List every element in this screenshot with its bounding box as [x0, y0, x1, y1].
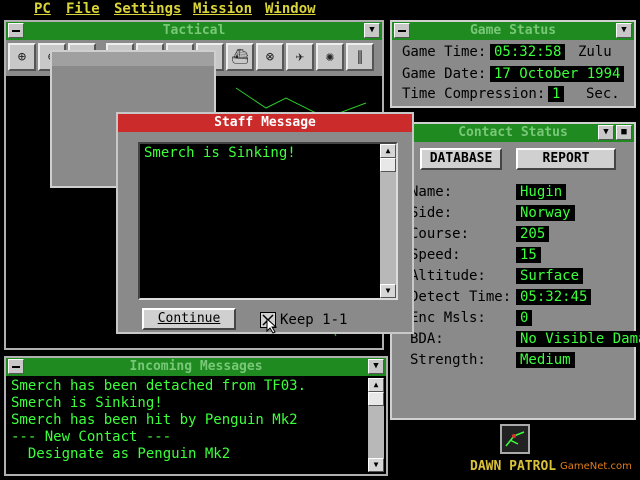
time-compression-label: Time Compression: — [402, 86, 546, 102]
contact-side-label: Side: — [410, 205, 453, 221]
aircraft-icon[interactable]: ✈ — [286, 43, 314, 71]
scroll-up-icon[interactable]: ▲ — [368, 378, 384, 392]
scroll-thumb[interactable] — [368, 392, 384, 406]
contact-speed-value: 15 — [516, 247, 541, 263]
game-date-value: 17 October 1994 — [490, 66, 625, 82]
time-compression-value[interactable]: 1 — [548, 86, 565, 102]
contact-side-value: Norway — [516, 205, 575, 221]
contact-detect-time-label: Detect Time: — [410, 289, 512, 305]
dawn-patrol-logo-icon — [500, 424, 530, 454]
message-line: Smerch has been detached from TF03. — [11, 378, 307, 394]
keep-label: Keep 1-1 — [280, 312, 348, 328]
menu-mission[interactable]: Mission — [193, 1, 252, 17]
dawn-patrol-logo-text: DAWN PATROL — [470, 459, 557, 474]
incoming-minimize-icon[interactable]: ▼ — [368, 359, 384, 374]
message-line: Smerch has been hit by Penguin Mk2 — [11, 412, 298, 428]
game-time-label: Game Time: — [402, 44, 487, 60]
scroll-down-icon[interactable]: ▼ — [380, 284, 396, 298]
game-time-value: 05:32:58 — [490, 44, 566, 60]
scroll-down-icon[interactable]: ▼ — [368, 458, 384, 472]
watermark: GameNet.com — [560, 461, 632, 472]
contact-altitude-value: Surface — [516, 268, 584, 284]
ship-icon[interactable]: ⛴ — [226, 43, 254, 71]
contact-strength-label: Strength: — [410, 352, 486, 368]
staff-message-text-area[interactable]: Smerch is Sinking! ▲ ▼ — [138, 142, 398, 300]
tactical-system-menu-icon[interactable] — [8, 23, 24, 38]
staff-message-title: Staff Message — [118, 114, 412, 132]
contact-strength-value: Medium — [516, 352, 575, 368]
staff-message-dialog: Staff Message Smerch is Sinking! ▲ ▼ Con… — [116, 112, 414, 334]
game-time-zone: Zulu — [578, 44, 612, 60]
contact-enc-msls-value: 0 — [516, 310, 533, 326]
target-icon[interactable]: ⊗ — [256, 43, 284, 71]
zoom-in-icon[interactable]: ⊕ — [8, 43, 36, 71]
menu-file[interactable]: File — [66, 1, 100, 17]
game-status-system-menu-icon[interactable] — [394, 23, 410, 38]
scroll-up-icon[interactable]: ▲ — [380, 144, 396, 158]
message-line: Smerch is Sinking! — [11, 395, 163, 411]
contact-status-window: Contact Status ▼ ■ DATABASE REPORT Name:… — [390, 122, 640, 420]
contact-bda-label: BDA: — [410, 331, 444, 347]
incoming-messages-title: Incoming Messages — [6, 358, 386, 376]
message-line: --- New Contact --- — [11, 429, 172, 445]
message-line: Designate as Penguin Mk2 — [11, 446, 231, 462]
contact-status-close-icon[interactable]: ■ — [616, 125, 632, 140]
time-compression-unit: Sec. — [586, 86, 620, 102]
mouse-cursor-icon — [266, 318, 278, 334]
contact-speed-label: Speed: — [410, 247, 461, 263]
bars-icon[interactable]: ∥ — [346, 43, 374, 71]
contact-name-label: Name: — [410, 184, 453, 200]
contact-enc-msls-label: Enc Msls: — [410, 310, 486, 326]
contact-course-label: Course: — [410, 226, 470, 242]
contact-status-minimize-icon[interactable]: ▼ — [598, 125, 614, 140]
continue-button[interactable]: Continue — [142, 308, 236, 330]
tactical-minimize-icon[interactable]: ▼ — [364, 23, 380, 38]
menu-pc[interactable]: PC — [34, 1, 51, 17]
sonar-icon[interactable]: ✺ — [316, 43, 344, 71]
floating-panel-bar — [52, 52, 214, 66]
tactical-title: Tactical — [6, 22, 382, 40]
incoming-scrollbar[interactable]: ▲ ▼ — [368, 378, 384, 472]
staff-message-scrollbar[interactable]: ▲ ▼ — [380, 144, 396, 298]
contact-name-value: Hugin — [516, 184, 567, 200]
game-status-minimize-icon[interactable]: ▼ — [616, 23, 632, 38]
incoming-messages-window: Incoming Messages ▼ Smerch has been deta… — [4, 356, 388, 476]
contact-detect-time-value: 05:32:45 — [516, 289, 592, 305]
menu-bar: PC File Settings Mission Window — [0, 0, 640, 18]
contact-bda-value: No Visible Damage — [516, 331, 640, 347]
report-button[interactable]: REPORT — [516, 148, 616, 170]
game-status-title: Game Status — [392, 22, 634, 40]
staff-message-text: Smerch is Sinking! — [144, 145, 296, 161]
contact-altitude-label: Altitude: — [410, 268, 486, 284]
incoming-system-menu-icon[interactable] — [8, 359, 24, 374]
game-date-label: Game Date: — [402, 66, 487, 82]
menu-window[interactable]: Window — [265, 1, 316, 17]
menu-settings[interactable]: Settings — [114, 1, 181, 17]
database-button[interactable]: DATABASE — [420, 148, 502, 170]
contact-course-value: 205 — [516, 226, 550, 242]
game-status-window: Game Status ▼ Game Time: 05:32:58 Zulu G… — [390, 20, 636, 108]
scroll-thumb[interactable] — [380, 158, 396, 172]
